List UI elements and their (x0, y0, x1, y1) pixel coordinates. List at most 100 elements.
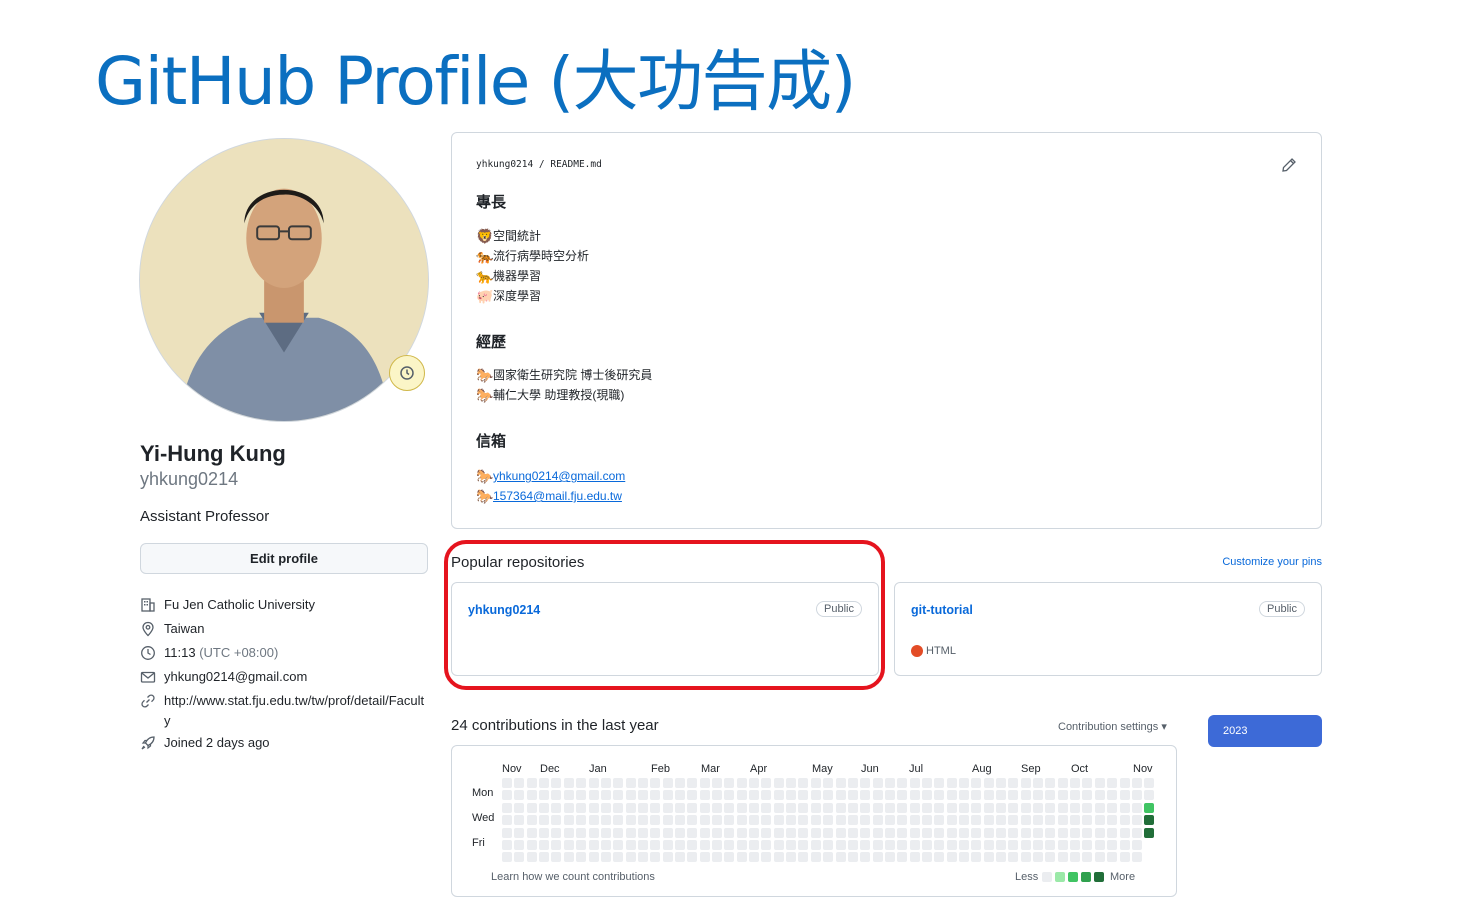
contribution-cell[interactable] (539, 815, 549, 826)
contribution-cell[interactable] (1033, 790, 1043, 801)
contribution-cell[interactable] (526, 840, 537, 850)
contribution-cell[interactable] (761, 802, 772, 813)
contribution-cell[interactable] (1119, 827, 1130, 838)
contribution-cell[interactable] (1020, 815, 1031, 826)
contribution-cell[interactable] (872, 802, 883, 813)
contribution-cell[interactable] (1107, 802, 1118, 813)
contribution-cell[interactable] (860, 840, 871, 850)
contribution-cell[interactable] (1045, 840, 1056, 850)
contribution-cell[interactable] (600, 840, 611, 850)
contribution-cell[interactable] (996, 790, 1006, 801)
contribution-cell[interactable] (514, 802, 525, 813)
contribution-cell[interactable] (996, 852, 1006, 863)
contribution-cell[interactable] (687, 827, 698, 838)
contribution-cell[interactable] (687, 790, 698, 801)
contribution-cell[interactable] (761, 840, 772, 850)
contribution-cell[interactable] (983, 840, 994, 850)
contribution-cell[interactable] (835, 840, 846, 850)
contribution-cell[interactable] (1057, 802, 1068, 813)
contribution-cell[interactable] (736, 827, 747, 838)
contribution-cell[interactable] (786, 778, 796, 788)
contribution-cell[interactable] (1082, 815, 1093, 826)
contribution-cell[interactable] (909, 852, 920, 863)
contribution-cell[interactable] (872, 815, 883, 826)
contribution-cell[interactable] (860, 802, 871, 813)
contribution-cell[interactable] (872, 827, 883, 838)
contribution-cell[interactable] (897, 790, 908, 801)
contribution-cell[interactable] (637, 802, 648, 813)
avatar[interactable] (139, 138, 429, 422)
contribution-cell[interactable] (514, 840, 525, 850)
contribution-cell[interactable] (798, 815, 809, 826)
contribution-cell[interactable] (860, 778, 871, 788)
contribution-cell[interactable] (810, 852, 821, 863)
contribution-cell[interactable] (860, 790, 871, 801)
contribution-cell[interactable] (921, 802, 932, 813)
contribution-cell[interactable] (1119, 840, 1130, 850)
contribution-cell[interactable] (736, 802, 747, 813)
contribution-cell[interactable] (526, 802, 537, 813)
contribution-cell[interactable] (576, 790, 587, 801)
contribution-cell[interactable] (625, 815, 636, 826)
contribution-cell[interactable] (650, 778, 661, 788)
contribution-cell[interactable] (712, 852, 722, 863)
contribution-cell[interactable] (946, 840, 957, 850)
contribution-cell[interactable] (823, 840, 834, 850)
contribution-cell[interactable] (810, 790, 821, 801)
contribution-cell[interactable] (1057, 815, 1068, 826)
contribution-cell[interactable] (786, 790, 796, 801)
contribution-cell[interactable] (983, 778, 994, 788)
contribution-cell[interactable] (625, 852, 636, 863)
contribution-cell[interactable] (909, 778, 920, 788)
contribution-cell[interactable] (1070, 840, 1081, 850)
contribution-cell[interactable] (637, 778, 648, 788)
contribution-cell[interactable] (847, 790, 858, 801)
contribution-cell[interactable] (551, 778, 562, 788)
contribution-cell[interactable] (563, 802, 574, 813)
contribution-cell[interactable] (959, 852, 969, 863)
contribution-cell[interactable] (897, 840, 908, 850)
contribution-cell[interactable] (1045, 802, 1056, 813)
contribution-cell[interactable] (526, 852, 537, 863)
contribution-cell[interactable] (897, 815, 908, 826)
contribution-cell[interactable] (773, 840, 784, 850)
contribution-cell[interactable] (897, 802, 908, 813)
contribution-cell[interactable] (539, 827, 549, 838)
contribution-cell[interactable] (551, 827, 562, 838)
contribution-cell[interactable] (736, 778, 747, 788)
contribution-cell[interactable] (773, 802, 784, 813)
contribution-cell[interactable] (687, 840, 698, 850)
contribution-cell[interactable] (1082, 778, 1093, 788)
contribution-cell[interactable] (971, 778, 982, 788)
contribution-cell[interactable] (637, 840, 648, 850)
contribution-cell[interactable] (749, 827, 759, 838)
contribution-cell[interactable] (959, 778, 969, 788)
contribution-cell[interactable] (847, 778, 858, 788)
contribution-cell[interactable] (847, 840, 858, 850)
contribution-cell[interactable] (1045, 827, 1056, 838)
contribution-cell[interactable] (674, 840, 685, 850)
contribution-cell[interactable] (749, 840, 759, 850)
contribution-cell[interactable] (798, 827, 809, 838)
contribution-cell[interactable] (514, 778, 525, 788)
contribution-cell[interactable] (539, 852, 549, 863)
contribution-cell[interactable] (724, 840, 735, 850)
contribution-cell[interactable] (625, 790, 636, 801)
contribution-cell[interactable] (724, 827, 735, 838)
email-link[interactable]: yhkung0214@gmail.com (164, 665, 307, 689)
contribution-cell[interactable] (600, 852, 611, 863)
contribution-cell[interactable] (613, 802, 624, 813)
contribution-cell[interactable] (662, 790, 673, 801)
contribution-cell[interactable] (983, 790, 994, 801)
contribution-cell[interactable] (1119, 802, 1130, 813)
contribution-cell[interactable] (971, 827, 982, 838)
contribution-cell[interactable] (921, 827, 932, 838)
contribution-cell[interactable] (996, 815, 1006, 826)
contribution-cell[interactable] (600, 778, 611, 788)
readme-path[interactable]: yhkung0214 / README.md (476, 159, 602, 170)
contribution-cell[interactable] (946, 827, 957, 838)
contribution-cell[interactable] (576, 827, 587, 838)
contribution-cell[interactable] (662, 778, 673, 788)
contribution-cell[interactable] (1070, 802, 1081, 813)
contribution-cell[interactable] (1094, 802, 1105, 813)
